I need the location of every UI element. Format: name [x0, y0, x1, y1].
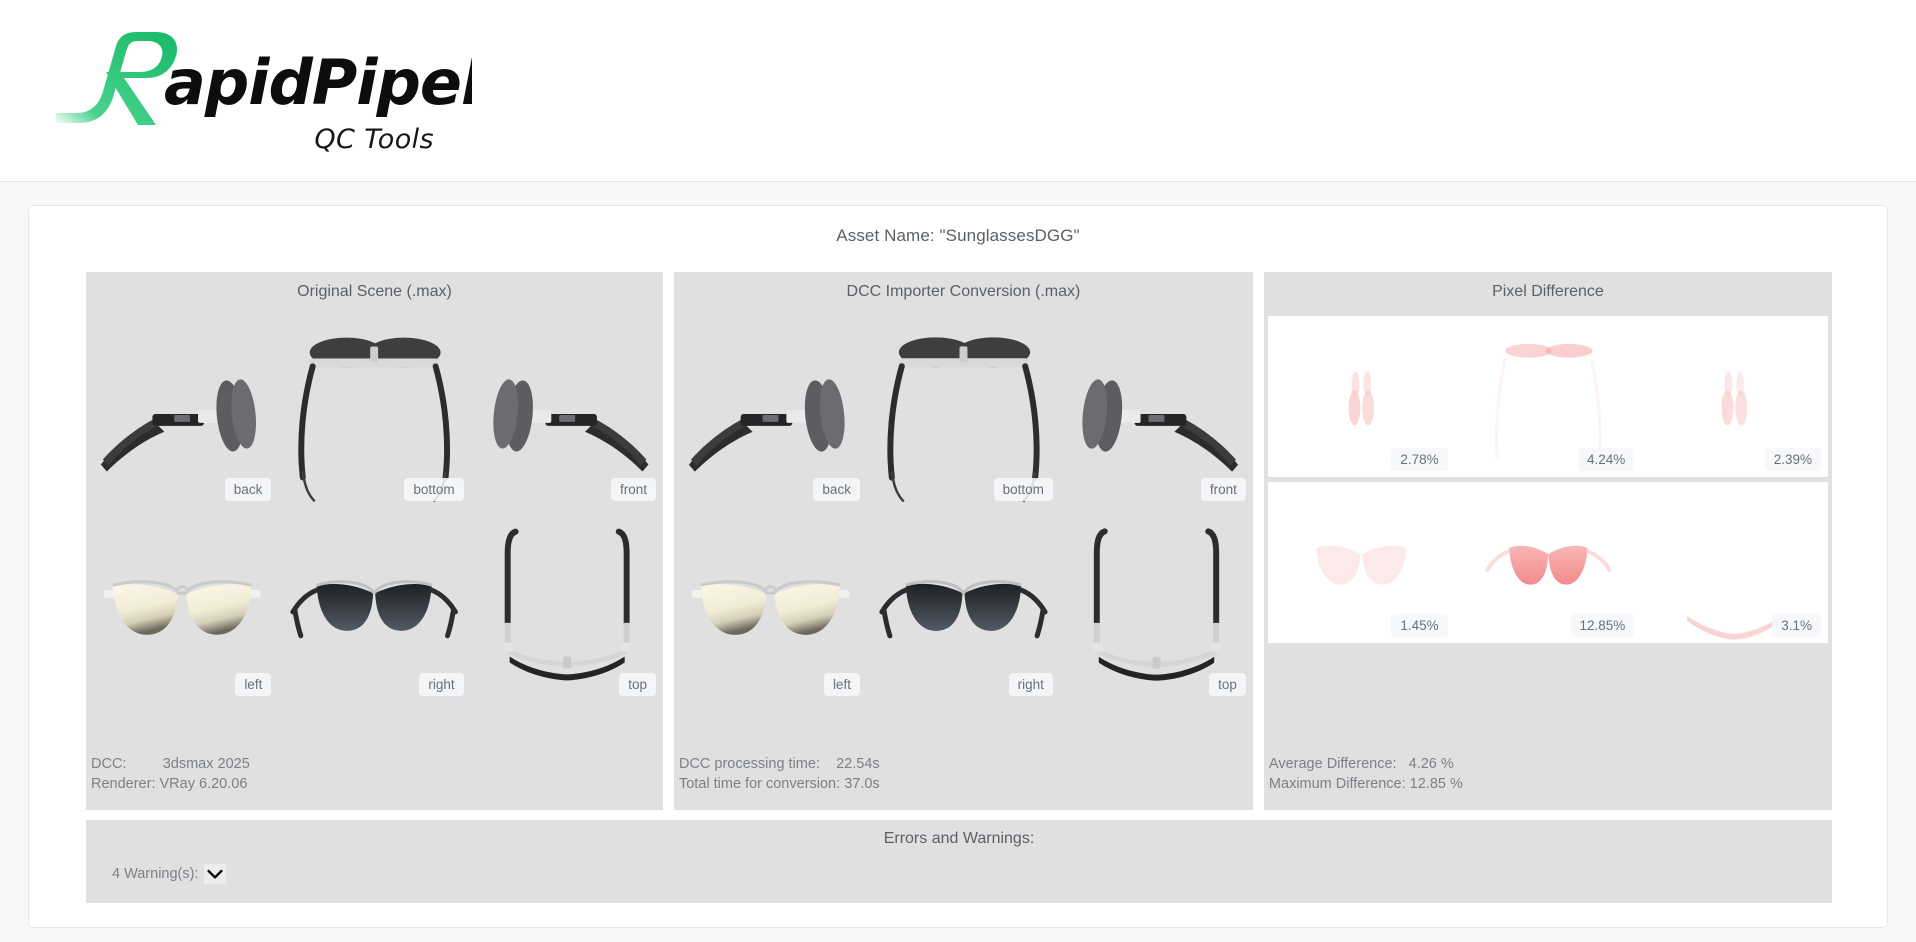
diff-badge-back: 2.78% [1391, 448, 1448, 471]
diff-badge-right: 12.85% [1570, 614, 1635, 637]
total-time-key: Total time for conversion: [678, 776, 845, 792]
conv-view-cell-top[interactable]: top [1060, 507, 1253, 702]
dcc-processing-time-value: 22.54s [836, 756, 880, 772]
original-panel-footer: DCC: 3dsmax 2025 Renderer: VRay 6.20.06 [86, 754, 663, 810]
view-cell-right[interactable]: right [278, 507, 470, 702]
view-badge-top: top [619, 673, 656, 696]
difference-band-2: 1.45% 12.85% 3.1% [1267, 482, 1828, 643]
original-footer-line-1: DCC: 3dsmax 2025 [86, 754, 663, 774]
original-view-grid: back bottom front left right top [86, 312, 663, 702]
maximum-difference-key: Maximum Difference: [1268, 776, 1410, 792]
conv-view-cell-bottom[interactable]: bottom [867, 312, 1060, 507]
view-cell-front[interactable]: front [471, 312, 663, 507]
difference-band-1: 2.78% 4.24% 2.39% [1267, 316, 1828, 477]
qc-report-card: Asset Name: "SunglassesDGG" Original Sce… [28, 205, 1888, 928]
diff-badge-front: 2.39% [1764, 448, 1821, 471]
difference-footer-line-2: Maximum Difference: 12.85 % [1264, 774, 1832, 794]
total-time-value: 37.0s [844, 776, 880, 792]
diff-cell-right[interactable]: 12.85% [1455, 482, 1642, 643]
svg-text:apidPipeline: apidPipeline [164, 46, 472, 119]
view-cell-top[interactable]: top [471, 507, 663, 702]
comparison-panels: Original Scene (.max) back bottom front … [86, 272, 1832, 810]
view-badge-back: back [224, 478, 272, 501]
panel-original-title: Original Scene (.max) [86, 272, 663, 312]
view-badge-front: front [610, 478, 656, 501]
difference-footer-line-1: Average Difference: 4.26 % [1264, 754, 1832, 774]
diff-badge-top: 3.1% [1772, 614, 1821, 637]
conversion-panel-footer: DCC processing time: 22.54s Total time f… [674, 754, 1253, 810]
diff-cell-front[interactable]: 2.39% [1641, 316, 1828, 477]
app-subtitle: QC Tools [314, 124, 434, 155]
original-renderer-key: Renderer: [91, 776, 160, 792]
diff-cell-bottom[interactable]: 4.24% [1455, 316, 1642, 477]
errors-and-warnings-card: Errors and Warnings: 4 Warning(s): [86, 820, 1832, 903]
view-badge-right: right [419, 673, 464, 696]
warnings-row: 4 Warning(s): [112, 864, 227, 884]
view-badge-bottom: bottom [404, 478, 464, 501]
rapidpipeline-logo-icon: apidPipeline [56, 32, 472, 125]
conv-view-cell-front[interactable]: front [1060, 312, 1253, 507]
diff-cell-top[interactable]: 3.1% [1641, 482, 1828, 643]
brand-logo[interactable]: apidPipeline QC Tools [52, 28, 472, 158]
diff-cell-back[interactable]: 2.78% [1268, 316, 1455, 477]
original-footer-line-2: Renderer: VRay 6.20.06 [86, 774, 663, 794]
diff-badge-left: 1.45% [1391, 614, 1448, 637]
difference-panel-footer: Average Difference: 4.26 % Maximum Diffe… [1264, 754, 1832, 810]
conv-view-badge-bottom: bottom [993, 478, 1053, 501]
errors-and-warnings-title: Errors and Warnings: [883, 830, 1035, 847]
conversion-view-row-2: left right top [674, 507, 1253, 702]
app-header: apidPipeline QC Tools [0, 0, 1916, 182]
original-dcc-key: DCC: [91, 756, 163, 772]
panel-pixel-difference: Pixel Difference 2.78% 4.24% 2.39% 1.45%… [1263, 272, 1832, 810]
conv-view-badge-right: right [1008, 673, 1053, 696]
dcc-processing-time-key: DCC processing time: [678, 756, 837, 772]
original-view-row-1: back bottom front [86, 312, 663, 507]
asset-name-label: Asset Name: "SunglassesDGG" [836, 226, 1080, 245]
chevron-down-icon[interactable] [204, 864, 227, 884]
original-view-row-2: left right top [86, 507, 663, 702]
view-badge-left: left [235, 673, 272, 696]
diff-cell-left[interactable]: 1.45% [1268, 482, 1455, 643]
conv-view-badge-front: front [1200, 478, 1246, 501]
conv-view-badge-back: back [813, 478, 860, 501]
diff-badge-bottom: 4.24% [1578, 448, 1635, 471]
panel-conversion-title: DCC Importer Conversion (.max) [673, 272, 1253, 312]
warnings-count-label: 4 Warning(s): [112, 866, 199, 882]
conversion-footer-line-1: DCC processing time: 22.54s [674, 754, 1253, 774]
conv-view-badge-top: top [1209, 673, 1246, 696]
average-difference-key: Average Difference: [1268, 756, 1409, 772]
conversion-footer-line-2: Total time for conversion: 37.0s [674, 774, 1253, 794]
conv-view-badge-left: left [823, 673, 860, 696]
panel-dcc-conversion: DCC Importer Conversion (.max) back bott… [673, 272, 1253, 810]
conversion-view-grid: back bottom front left right top [674, 312, 1253, 702]
conversion-view-row-1: back bottom front [674, 312, 1253, 507]
conv-view-cell-left[interactable]: left [674, 507, 867, 702]
view-cell-left[interactable]: left [86, 507, 278, 702]
original-dcc-value: 3dsmax 2025 [162, 756, 250, 772]
difference-image-stack: 2.78% 4.24% 2.39% 1.45% 12.85% 3.1% [1264, 312, 1832, 643]
panel-difference-title: Pixel Difference [1263, 272, 1832, 312]
average-difference-value: 4.26 % [1408, 756, 1454, 772]
conv-view-cell-right[interactable]: right [867, 507, 1060, 702]
view-cell-back[interactable]: back [86, 312, 278, 507]
maximum-difference-value: 12.85 % [1409, 776, 1463, 792]
panel-original-scene: Original Scene (.max) back bottom front … [86, 272, 663, 810]
view-cell-bottom[interactable]: bottom [278, 312, 470, 507]
conv-view-cell-back[interactable]: back [674, 312, 867, 507]
original-renderer-value: VRay 6.20.06 [159, 776, 248, 792]
